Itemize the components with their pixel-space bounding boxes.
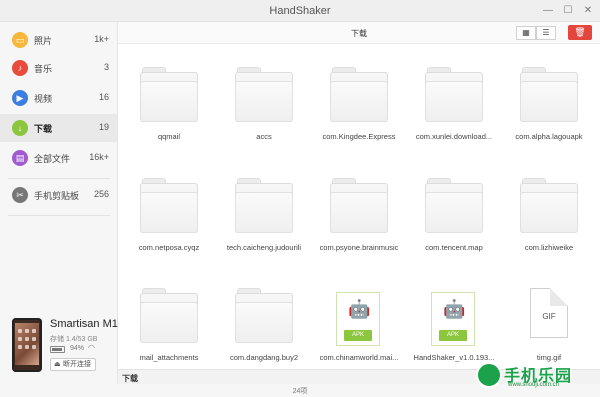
sidebar-item-label: 手机剪贴板 [34,191,80,201]
divider [8,215,110,216]
file-name: tech.caicheng.judourili [226,243,302,252]
file-tile[interactable]: com.xunlei.download... [409,67,499,167]
list-icon: ☰ [542,28,550,37]
file-tile[interactable]: accs [219,67,309,167]
folder-icon [140,288,198,343]
file-name: com.Kingdee.Express [322,132,396,141]
android-icon: 🤖 [348,299,371,319]
sidebar-item-count: 19 [98,122,109,132]
toolbar: 下载 ▦ ☰ 🗑 [118,22,600,44]
maximize-icon[interactable]: ☐ [560,3,576,18]
file-name: com.psyone.brainmusic [319,243,399,252]
file-tile[interactable]: com.alpha.lagouapk [504,67,594,167]
divider [8,178,110,179]
file-type-badge: APK [439,330,467,341]
minimize-icon[interactable]: — [540,3,556,18]
file-type-badge: GIF [542,312,556,321]
watermark-logo: 手机乐园 www.shouji.com.cn [476,360,600,397]
grid-icon: ▦ [522,28,530,37]
folder-icon [235,178,293,233]
sidebar-item-label: 全部文件 [34,154,71,164]
sidebar-item-count: 256 [93,189,109,199]
sidebar-item-clipboard[interactable]: ✂ 手机剪贴板 256 [0,181,117,209]
folder-icon [235,288,293,343]
gif-file-icon: GIF [530,288,568,338]
watermark-url: www.shouji.com.cn [508,382,560,388]
file-name: com.dangdang.buy2 [230,353,298,362]
delete-button[interactable]: 🗑 [568,25,592,40]
folder-icon [520,67,578,122]
trash-icon: 🗑 [574,27,586,37]
file-name: com.xunlei.download... [415,132,493,141]
battery-icon [50,346,65,353]
apk-file-icon: 🤖 APK [431,292,475,346]
file-name: mail_attachments [139,353,199,362]
file-tile[interactable]: com.Kingdee.Express [314,67,404,167]
wifi-icon: ◠ [88,343,95,352]
folder-icon [330,67,388,122]
device-name: Smartisan M1L [50,318,124,330]
list-view-button[interactable]: ☰ [536,26,556,40]
phone-image [12,318,42,372]
download-icon: ↓ [12,120,28,136]
sidebar-item-all-files[interactable]: ▤ 全部文件 16k+ [0,144,117,172]
file-name: com.alpha.lagouapk [515,132,583,141]
file-tile[interactable]: tech.caicheng.judourili [219,178,309,278]
file-tile[interactable]: qqmail [124,67,214,167]
file-name: com.lizhiweike [524,243,574,252]
file-type-badge: APK [344,330,372,341]
sidebar-item-music[interactable]: ♪ 音乐 3 [0,54,117,82]
window-title: HandShaker [269,5,331,17]
watermark-emblem [476,362,502,388]
folder-icon [425,178,483,233]
folder-icon [235,67,293,122]
disconnect-label: 断开连接 [63,361,91,368]
sidebar-item-label: 音乐 [34,64,53,74]
sidebar-item-count: 16 [98,92,109,102]
file-tile[interactable]: com.psyone.brainmusic [314,178,404,278]
file-name: com.netposa.cyqz [138,243,200,252]
android-icon: 🤖 [443,299,466,319]
battery-level: 94% [70,345,85,352]
sidebar-item-label: 视频 [34,94,53,104]
file-name: qqmail [157,132,181,141]
file-name: com.chinamworld.mai... [319,353,399,362]
music-icon: ♪ [12,60,28,76]
clipboard-icon: ✂ [12,187,28,203]
sidebar-item-downloads[interactable]: ↓ 下载 19 [0,114,117,142]
file-tile[interactable]: com.lizhiweike [504,178,594,278]
disconnect-icon: ⏏ [54,361,61,368]
folder-icon [140,178,198,233]
sidebar-item-count: 3 [103,62,109,72]
file-name: com.tencent.map [425,243,483,252]
folder-icon [520,178,578,233]
sidebar-item-video[interactable]: ▶ 视频 16 [0,84,117,112]
sidebar-item-count: 16k+ [89,152,109,162]
main-panel: 下载 ▦ ☰ 🗑 qqmail accs com.Kingdee.Express co… [118,22,600,397]
title-bar: HandShaker — ☐ ✕ [0,0,600,22]
sidebar-item-photos[interactable]: ▭ 照片 1k+ [0,26,117,54]
grid-view-button[interactable]: ▦ [516,26,536,40]
sidebar-item-count: 1k+ [94,34,109,44]
disconnect-button[interactable]: ⏏ 断开连接 [50,358,96,371]
video-icon: ▶ [12,90,28,106]
file-tile[interactable]: com.netposa.cyqz [124,178,214,278]
file-name: accs [256,132,272,141]
files-icon: ▤ [12,150,28,166]
close-icon[interactable]: ✕ [580,3,596,18]
sidebar-item-label: 下载 [34,124,53,134]
file-tile[interactable]: com.tencent.map [409,178,499,278]
sidebar-item-label: 照片 [34,36,53,46]
folder-icon [425,67,483,122]
photo-icon: ▭ [12,32,28,48]
folder-icon [330,178,388,233]
apk-file-icon: 🤖 APK [336,292,380,346]
folder-icon [140,67,198,122]
current-path: 下载 [122,374,138,383]
